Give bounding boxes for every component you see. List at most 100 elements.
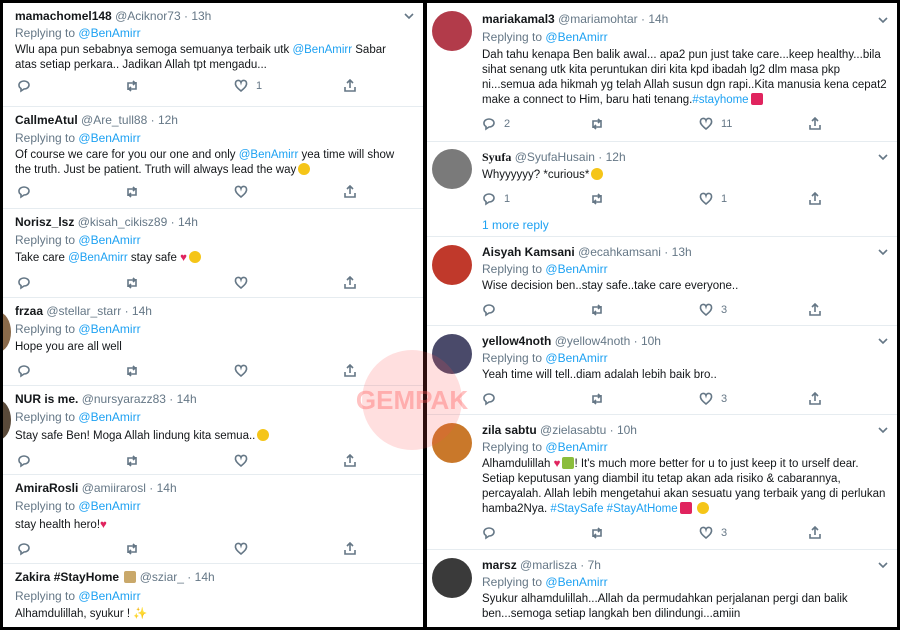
display-name[interactable]: zila sabtu [482,423,537,437]
chevron-down-icon[interactable] [877,150,889,168]
timestamp[interactable]: 13h [191,9,211,23]
user-handle[interactable]: @nursyarazz83 [82,392,166,406]
tweet[interactable]: mariakamal3 @mariamohtar · 14h Replying … [427,3,897,142]
tweet[interactable]: yellow4noth @yellow4noth · 10h Replying … [427,326,897,415]
retweet-button[interactable] [125,276,139,290]
reply-button[interactable] [17,276,31,290]
reply-button[interactable] [17,454,31,468]
user-handle[interactable]: @Are_tull88 [81,113,147,127]
retweet-button[interactable] [590,303,604,317]
display-name[interactable]: Zakira #StayHome [15,570,119,584]
chevron-down-icon[interactable] [403,9,415,27]
reply-mention-link[interactable]: @BenAmirr [545,262,607,276]
retweet-button[interactable] [590,192,604,206]
hashtag-link[interactable]: #StaySafe #StayAtHome [550,503,677,515]
reply-button[interactable] [482,392,496,406]
retweet-button[interactable] [125,364,139,378]
display-name[interactable]: AmiraRosli [15,481,78,495]
user-handle[interactable]: @stellar_starr [46,304,121,318]
display-name[interactable]: mamachomel148 [15,9,112,23]
avatar[interactable] [432,11,472,51]
share-button[interactable] [343,79,357,93]
user-handle[interactable]: @yellow4noth [555,334,631,348]
chevron-down-icon[interactable] [877,245,889,263]
avatar[interactable] [432,245,472,285]
like-button[interactable]: 1 [699,192,727,206]
timestamp[interactable]: 14h [648,12,668,26]
like-button[interactable] [234,454,248,468]
retweet-button[interactable] [590,117,604,131]
tweet[interactable]: mamachomel148 @Aciknor73 · 13h Replying … [3,3,423,107]
reply-mention-link[interactable]: @BenAmirr [78,26,140,40]
reply-mention-link[interactable]: @BenAmirr [78,131,140,145]
display-name[interactable]: NUR is me. [15,392,78,406]
reply-mention-link[interactable]: @BenAmirr [78,233,140,247]
chevron-down-icon[interactable] [877,423,889,441]
more-replies-link[interactable]: 1 more reply [482,218,549,232]
user-handle[interactable]: @Aciknor73 [115,9,181,23]
timestamp[interactable]: 7h [588,558,601,572]
tweet[interactable]: CallmeAtul @Are_tull88 · 12h Replying to… [3,107,423,209]
timestamp[interactable]: 14h [195,570,215,584]
reply-mention-link[interactable]: @BenAmirr [78,322,140,336]
timestamp[interactable]: 13h [672,245,692,259]
user-handle[interactable]: @ecahkamsani [578,245,661,259]
reply-mention-link[interactable]: @BenAmirr [545,351,607,365]
share-button[interactable] [808,303,822,317]
display-name[interactable]: frzaa [15,304,43,318]
user-handle[interactable]: @sziar_ [140,570,184,584]
share-button[interactable] [343,542,357,556]
avatar[interactable] [3,312,11,352]
reply-mention-link[interactable]: @BenAmirr [545,440,607,454]
timestamp[interactable]: 14h [178,215,198,229]
like-button[interactable] [234,542,248,556]
avatar[interactable] [432,558,472,598]
reply-button[interactable] [17,364,31,378]
share-button[interactable] [808,117,822,131]
retweet-button[interactable] [125,185,139,199]
tweet[interactable]: frzaa @stellar_starr · 14h Replying to @… [3,298,423,386]
share-button[interactable] [343,454,357,468]
display-name[interactable]: Syufa [482,150,511,164]
reply-button[interactable] [17,185,31,199]
tweet[interactable]: Norisz_lsz @kisah_cikisz89 · 14h Replyin… [3,209,423,298]
reply-mention-link[interactable]: @BenAmirr [78,499,140,513]
retweet-button[interactable] [125,542,139,556]
display-name[interactable]: marsz [482,558,517,572]
timestamp[interactable]: 14h [177,392,197,406]
avatar[interactable] [3,400,11,440]
timestamp[interactable]: 14h [157,481,177,495]
share-button[interactable] [343,364,357,378]
reply-mention-link[interactable]: @BenAmirr [78,410,140,424]
timestamp[interactable]: 14h [132,304,152,318]
reply-button[interactable] [482,526,496,540]
reply-mention-link[interactable]: @BenAmirr [545,575,607,589]
user-handle[interactable]: @SyufaHusain [515,150,595,164]
tweet[interactable]: Zakira #StayHome @sziar_ · 14h Replying … [3,564,423,627]
like-button[interactable]: 1 [234,79,262,93]
timestamp[interactable]: 10h [641,334,661,348]
share-button[interactable] [343,185,357,199]
mention-link[interactable]: @BenAmirr [239,149,299,161]
reply-mention-link[interactable]: @BenAmirr [545,30,607,44]
retweet-button[interactable] [125,79,139,93]
user-handle[interactable]: @mariamohtar [558,12,638,26]
reply-button[interactable]: 2 [482,117,510,131]
like-button[interactable]: 3 [699,303,727,317]
tweet[interactable]: zila sabtu @zielasabtu · 10h Replying to… [427,415,897,550]
reply-mention-link[interactable]: @BenAmirr [78,589,140,603]
chevron-down-icon[interactable] [877,558,889,576]
reply-button[interactable] [482,303,496,317]
share-button[interactable] [808,526,822,540]
share-button[interactable] [343,276,357,290]
tweet[interactable]: AmiraRosli @amiirarosl · 14h Replying to… [3,475,423,564]
timestamp[interactable]: 12h [158,113,178,127]
like-button[interactable]: 11 [699,117,732,131]
like-button[interactable] [234,185,248,199]
timestamp[interactable]: 12h [606,150,626,164]
reply-button[interactable]: 1 [482,192,510,206]
mention-link[interactable]: @BenAmirr [68,252,128,264]
like-button[interactable]: 3 [699,392,727,406]
chevron-down-icon[interactable] [877,13,889,31]
display-name[interactable]: CallmeAtul [15,113,78,127]
